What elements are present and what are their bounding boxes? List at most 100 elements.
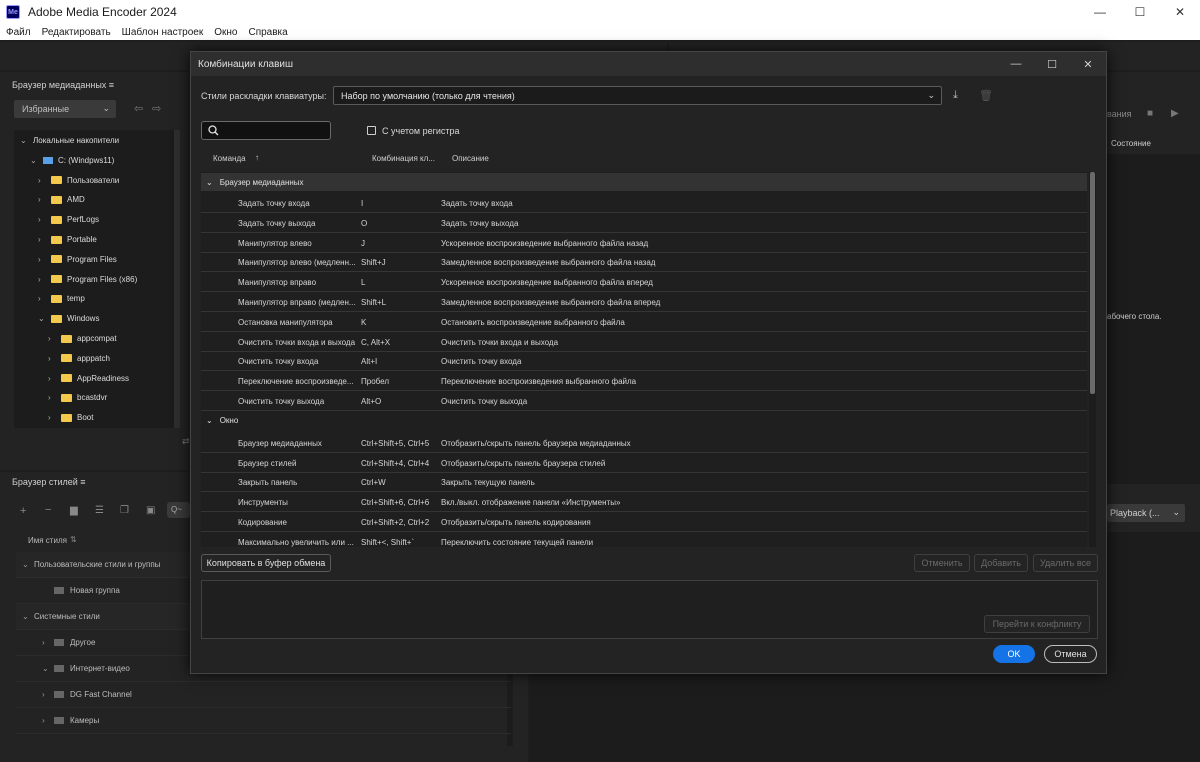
chevron-right-icon[interactable]: › — [38, 176, 44, 185]
media-tree-scrollbar[interactable] — [174, 130, 180, 428]
shortcut-row[interactable]: Манипулятор влево J Ускоренное воспроизвед… — [201, 233, 1087, 253]
shortcut-row[interactable]: Манипулятор вправо L Ускоренное воспроизве… — [201, 272, 1087, 293]
duplicate-icon[interactable]: ❐ — [120, 505, 129, 516]
shortcut-shortcut-cell[interactable]: Ctrl+Shift+2, Ctrl+2 — [361, 518, 437, 527]
undo-button[interactable]: Отменить — [914, 554, 970, 572]
chevron-right-icon[interactable]: › — [48, 374, 54, 383]
shortcut-row[interactable]: Переключение воспроизведе... Пробел Перекл… — [201, 371, 1087, 392]
tree-item[interactable]: › Пользователи — [38, 176, 119, 185]
copy-to-clipboard-button[interactable]: Копировать в буфер обмена — [201, 554, 331, 572]
chevron-down-icon[interactable]: ⌄ — [30, 156, 37, 165]
shortcut-row[interactable]: Очистить точку выхода Alt+O Очистить точку… — [201, 391, 1087, 411]
export-icon[interactable]: ▣ — [146, 505, 155, 516]
back-arrow-icon[interactable]: ⇦ — [134, 102, 143, 115]
shortcut-row[interactable]: Очистить точку входа Alt+I Очистить точку … — [201, 351, 1087, 372]
folder-add-icon[interactable]: ▆ — [70, 505, 78, 516]
shortcut-search-input[interactable] — [201, 121, 331, 140]
shortcut-row[interactable]: Остановка манипулятора K Остановить воспро… — [201, 312, 1087, 332]
shortcut-row[interactable]: Максимально увеличить или ... Shift+<, Sh… — [201, 532, 1087, 547]
menu-help[interactable]: Справка — [248, 27, 287, 38]
add-icon[interactable]: + — [20, 505, 26, 517]
shortcut-shortcut-cell[interactable]: Alt+O — [361, 397, 437, 406]
playback-dropdown[interactable]: Playback (... ⌄ — [1107, 504, 1185, 522]
shortcut-row[interactable]: Задать точку входа I Задать точку входа — [201, 193, 1087, 213]
shortcut-column-header[interactable]: Комбинация кл... — [372, 154, 435, 163]
shortcut-row[interactable]: Задать точку выхода O Задать точку выхода — [201, 213, 1087, 233]
chevron-right-icon[interactable]: › — [42, 638, 54, 647]
sync-icon[interactable]: ⇄ — [182, 436, 190, 447]
chevron-right-icon[interactable]: › — [38, 215, 44, 224]
tree-item[interactable]: › AMD — [38, 195, 85, 204]
shortcut-shortcut-cell[interactable]: Ctrl+W — [361, 478, 437, 487]
menu-edit[interactable]: Редактировать — [42, 27, 111, 38]
ok-button[interactable]: OK — [993, 645, 1035, 663]
tree-item[interactable]: ⌄ Локальные накопители — [20, 136, 119, 145]
scrollbar-thumb[interactable] — [1090, 172, 1095, 394]
tree-item[interactable]: ⌄ C: (Windpws11) — [30, 156, 114, 165]
shortcut-shortcut-cell[interactable]: Shift+J — [361, 258, 437, 267]
chevron-right-icon[interactable]: › — [48, 354, 54, 363]
shortcut-row[interactable]: Манипулятор влево (медленн... Shift+J Заме… — [201, 252, 1087, 273]
shortcut-row[interactable]: Закрыть панель Ctrl+W Закрыть текущую пане… — [201, 472, 1087, 493]
tree-item[interactable]: › Program Files (x86) — [38, 275, 137, 284]
tree-item[interactable]: › bcastdvr — [48, 393, 107, 402]
menu-file[interactable]: Файл — [6, 27, 31, 38]
style-name-column[interactable]: Имя стиля — [28, 536, 67, 545]
favorites-dropdown[interactable]: Избранные ⌄ — [14, 100, 116, 118]
dialog-close-button[interactable]: ✕ — [1070, 52, 1106, 76]
chevron-right-icon[interactable]: › — [38, 255, 44, 264]
shortcut-shortcut-cell[interactable]: Alt+I — [361, 357, 437, 366]
shortcuts-scrollbar[interactable] — [1089, 172, 1096, 547]
chevron-right-icon[interactable]: › — [48, 393, 54, 402]
case-sensitive-checkbox[interactable] — [367, 126, 376, 135]
command-column-header[interactable]: Команда — [213, 154, 246, 163]
cancel-button[interactable]: Отмена — [1044, 645, 1097, 663]
chevron-right-icon[interactable]: › — [38, 294, 44, 303]
dialog-minimize-button[interactable]: — — [998, 52, 1034, 76]
chevron-down-icon[interactable]: ⌄ — [22, 560, 34, 569]
chevron-right-icon[interactable]: › — [38, 195, 44, 204]
style-row[interactable]: › Камеры — [16, 708, 511, 734]
tree-item[interactable]: › appcompat — [48, 334, 117, 343]
shortcut-shortcut-cell[interactable]: C, Alt+X — [361, 338, 437, 347]
menu-preset[interactable]: Шаблон настроек — [122, 27, 204, 38]
style-search-input[interactable]: Q~ — [167, 502, 190, 518]
shortcut-shortcut-cell[interactable]: Пробел — [361, 377, 437, 386]
shortcut-row[interactable]: Инструменты Ctrl+Shift+6, Ctrl+6 Вкл./выкл… — [201, 492, 1087, 513]
tree-item[interactable]: › PerfLogs — [38, 215, 99, 224]
shortcut-shortcut-cell[interactable]: Shift+<, Shift+` — [361, 538, 437, 547]
chevron-right-icon[interactable]: › — [42, 690, 54, 699]
shortcut-shortcut-cell[interactable]: J — [361, 239, 437, 248]
chevron-down-icon[interactable]: ⌄ — [22, 612, 34, 621]
shortcut-group-header[interactable]: ⌄ Окно — [201, 411, 1087, 430]
tree-item[interactable]: ⌄ Windows — [38, 314, 99, 323]
shortcut-shortcut-cell[interactable]: L — [361, 278, 437, 287]
tree-item[interactable]: › Program Files — [38, 255, 117, 264]
close-button[interactable]: ✕ — [1160, 0, 1200, 24]
shortcut-shortcut-cell[interactable]: I — [361, 199, 437, 208]
trash-icon[interactable]: 🗑 — [979, 89, 993, 102]
chevron-right-icon[interactable]: › — [38, 275, 44, 284]
stop-icon[interactable]: ■ — [1147, 108, 1153, 119]
chevron-down-icon[interactable]: ⌄ — [38, 314, 45, 323]
layout-select[interactable]: Набор по умолчанию (только для чтения) ⌄ — [333, 86, 942, 105]
add-button[interactable]: Добавить — [974, 554, 1028, 572]
goto-conflict-button[interactable]: Перейти к конфликту — [984, 615, 1090, 633]
menu-window[interactable]: Окно — [214, 27, 237, 38]
shortcut-row[interactable]: Манипулятор вправо (медлен... Shift+L Заме… — [201, 292, 1087, 312]
shortcut-row[interactable]: Браузер медиаданных Ctrl+Shift+5, Ctrl+5 О… — [201, 433, 1087, 453]
chevron-down-icon[interactable]: ⌄ — [206, 416, 213, 425]
shortcut-row[interactable]: Кодирование Ctrl+Shift+2, Ctrl+2 Отобразит… — [201, 512, 1087, 532]
chevron-right-icon[interactable]: › — [48, 413, 54, 422]
download-icon[interactable]: ⤓ — [953, 89, 958, 102]
forward-arrow-icon[interactable]: ⇨ — [152, 102, 161, 115]
chevron-down-icon[interactable]: ⌄ — [206, 178, 213, 187]
shortcut-shortcut-cell[interactable]: Ctrl+Shift+6, Ctrl+6 — [361, 498, 437, 507]
description-column-header[interactable]: Описание — [452, 154, 489, 163]
remove-icon[interactable]: − — [45, 504, 51, 516]
tree-item[interactable]: › Portable — [38, 235, 97, 244]
shortcut-group-header[interactable]: ⌄ Браузер медиаданных — [201, 173, 1087, 191]
shortcut-shortcut-cell[interactable]: K — [361, 318, 437, 327]
dialog-maximize-button[interactable]: ☐ — [1034, 52, 1070, 76]
shortcut-shortcut-cell[interactable]: Ctrl+Shift+5, Ctrl+5 — [361, 439, 437, 448]
